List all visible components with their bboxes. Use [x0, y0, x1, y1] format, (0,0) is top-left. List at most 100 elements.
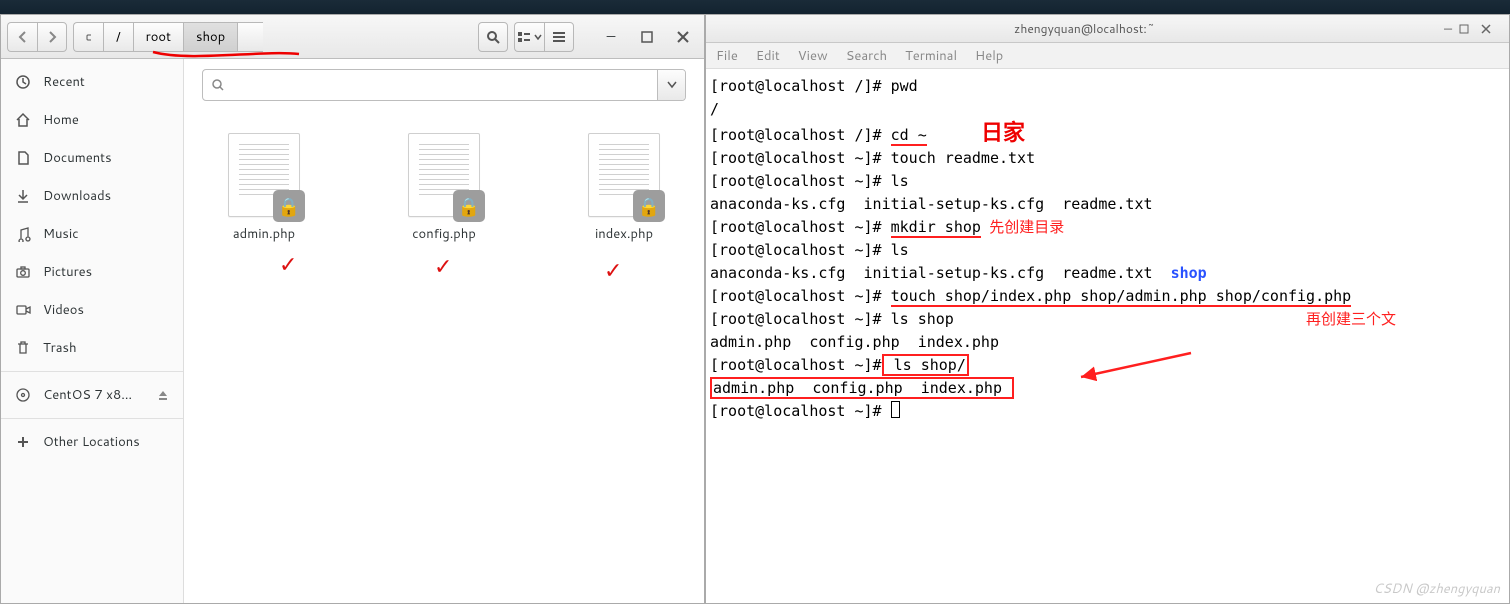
file-label: index.php [595, 225, 653, 243]
menu-search[interactable]: Search [846, 47, 887, 65]
breadcrumb-overflow[interactable] [237, 22, 263, 52]
plus-icon [15, 434, 31, 450]
sidebar-item-label: CentOS 7 x8… [43, 386, 132, 404]
file-icon: 🔒 [228, 133, 300, 217]
file-item[interactable]: 🔒 admin.php [204, 133, 324, 243]
breadcrumb-label: / [116, 28, 121, 46]
lock-badge-icon: 🔒 [633, 190, 665, 222]
search-icon-small [203, 70, 233, 100]
breadcrumb-label: root [146, 28, 171, 46]
sidebar-item-other-locations[interactable]: Other Locations [1, 423, 183, 461]
breadcrumb-root[interactable]: / [103, 22, 133, 52]
sidebar-item-label: Pictures [43, 263, 92, 281]
menu-help[interactable]: Help [975, 47, 1003, 65]
file-label: config.php [412, 225, 476, 243]
sidebar-item-recent[interactable]: Recent [1, 63, 183, 101]
breadcrumb-root-folder[interactable]: root [133, 22, 183, 52]
file-manager-window: / root shop [0, 14, 705, 604]
breadcrumb-label: shop [196, 28, 225, 46]
terminal-output[interactable]: [root@localhost /]# pwd / [root@localhos… [706, 69, 1509, 603]
sidebar-separator [1, 418, 183, 419]
menu-terminal[interactable]: Terminal [905, 47, 957, 65]
terminal-window: zhengyquan@localhost:~ — File Edit View … [705, 14, 1510, 604]
places-sidebar: Recent Home Documents Downloads Music [1, 59, 184, 603]
breadcrumb-shop[interactable]: shop [183, 22, 237, 52]
forward-button[interactable] [37, 22, 67, 52]
file-grid: 🔒 admin.php 🔒 config.php 🔒 index.php [184, 107, 704, 603]
search-button[interactable] [478, 22, 508, 52]
sidebar-item-label: Home [43, 111, 79, 129]
minimize-button[interactable]: — [1437, 20, 1459, 37]
home-icon [15, 112, 31, 128]
menu-button[interactable] [544, 22, 574, 52]
path-picker-button[interactable] [73, 22, 103, 52]
file-search-input[interactable] [233, 70, 657, 100]
download-icon [15, 188, 31, 204]
eject-icon [157, 389, 169, 401]
sidebar-item-centos-disc[interactable]: CentOS 7 x8… [1, 376, 183, 414]
video-icon [15, 302, 31, 318]
file-search-box[interactable] [202, 69, 686, 101]
path-bar: / root shop [73, 22, 263, 52]
lock-badge-icon: 🔒 [273, 190, 305, 222]
search-dropdown-button[interactable] [657, 70, 685, 100]
file-icon: 🔒 [588, 133, 660, 217]
sidebar-item-label: Documents [43, 149, 112, 167]
eject-button[interactable] [157, 389, 169, 401]
close-button[interactable] [1481, 24, 1503, 34]
sidebar-item-videos[interactable]: Videos [1, 291, 183, 329]
sidebar-item-documents[interactable]: Documents [1, 139, 183, 177]
terminal-cursor [891, 401, 900, 418]
file-manager-toolbar: / root shop [1, 15, 704, 59]
view-mode-buttons [514, 22, 574, 52]
clock-icon [15, 74, 31, 90]
menu-edit[interactable]: Edit [756, 47, 780, 65]
nav-buttons [7, 22, 67, 52]
chevron-down-icon [667, 81, 677, 89]
sidebar-item-label: Recent [43, 73, 85, 91]
back-button[interactable] [7, 22, 37, 52]
sidebar-item-home[interactable]: Home [1, 101, 183, 139]
sidebar-item-pictures[interactable]: Pictures [1, 253, 183, 291]
menu-file[interactable]: File [716, 47, 738, 65]
sidebar-item-label: Trash [43, 339, 77, 357]
menu-view[interactable]: View [798, 47, 828, 65]
terminal-titlebar: zhengyquan@localhost:~ — [706, 15, 1509, 43]
sidebar-item-downloads[interactable]: Downloads [1, 177, 183, 215]
music-icon [15, 226, 31, 242]
file-view-area: 🔒 admin.php 🔒 config.php 🔒 index.php ✓ ✓ [184, 59, 704, 603]
sidebar-separator [1, 371, 183, 372]
search-icon [486, 30, 500, 44]
desktop-top-panel [0, 0, 1510, 14]
sidebar-item-trash[interactable]: Trash [1, 329, 183, 367]
terminal-menubar: File Edit View Search Terminal Help [706, 43, 1509, 69]
annotation-note: 先创建目录 [981, 219, 1064, 236]
file-item[interactable]: 🔒 index.php [564, 133, 684, 243]
terminal-title: zhengyquan@localhost:~ [732, 20, 1437, 37]
trash-icon [15, 340, 31, 356]
sidebar-item-label: Other Locations [43, 433, 140, 451]
sidebar-item-label: Videos [43, 301, 84, 319]
close-button[interactable] [668, 22, 698, 52]
disc-icon [15, 387, 31, 403]
file-item[interactable]: 🔒 config.php [384, 133, 504, 243]
annotation-note: 再创建三个文 [1306, 311, 1396, 328]
directory-name: shop [1171, 264, 1207, 282]
annotation-arrow [1076, 347, 1196, 387]
annotation-handwriting: 日家 [981, 120, 1025, 145]
close-icon [677, 31, 689, 43]
file-icon: 🔒 [408, 133, 480, 217]
sidebar-item-label: Downloads [43, 187, 111, 205]
maximize-button[interactable] [1459, 24, 1481, 34]
lock-badge-icon: 🔒 [453, 190, 485, 222]
maximize-button[interactable] [632, 22, 662, 52]
minimize-button[interactable]: — [596, 22, 626, 52]
sidebar-item-label: Music [43, 225, 79, 243]
sidebar-item-music[interactable]: Music [1, 215, 183, 253]
close-icon [1481, 24, 1491, 34]
hdd-icon [86, 31, 91, 43]
doc-icon [15, 150, 31, 166]
list-view-button[interactable] [514, 22, 544, 52]
file-label: admin.php [233, 225, 295, 243]
camera-icon [15, 264, 31, 280]
